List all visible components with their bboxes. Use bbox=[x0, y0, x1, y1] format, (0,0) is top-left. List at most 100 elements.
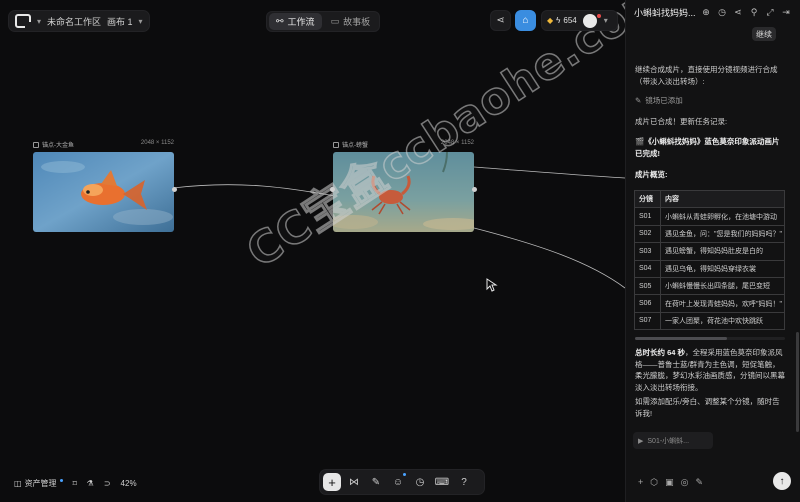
storyboard-icon: ▭ bbox=[330, 16, 340, 26]
completion-title: 🎬《小蝌蚪找妈妈》蓝色莫奈印象派动画片 已完成! bbox=[635, 137, 780, 158]
assets-label: 资产管理 bbox=[24, 479, 57, 488]
chevron-down-icon[interactable]: ▾ bbox=[604, 16, 608, 25]
tool-call-text: 镜场已添加 bbox=[645, 96, 683, 105]
nodes-icon: ⋈ bbox=[349, 476, 359, 488]
shot-content: 遇见金鱼，问："您是我们的妈妈吗？" bbox=[660, 224, 785, 244]
scrollbar-thumb[interactable] bbox=[635, 337, 727, 340]
shot-content: 小蝌蚪慢慢长出四条腿，尾巴变短 bbox=[660, 276, 785, 296]
column-header: 内容 bbox=[660, 189, 785, 209]
chevron-down-icon[interactable]: ▾ bbox=[37, 17, 41, 26]
video-icon: ▶ bbox=[638, 437, 644, 445]
followup-message: 如需添加配乐/旁白、调整某个分镜，随时告诉我! bbox=[635, 397, 780, 418]
tab-label: 故事板 bbox=[343, 17, 371, 27]
app-logo-icon bbox=[15, 14, 31, 28]
chat-input-toolbar: + ⬡ ▣ ◎ ✎ bbox=[633, 470, 793, 494]
avatar[interactable] bbox=[582, 13, 597, 28]
node-title: 锚点-大金鱼 bbox=[42, 143, 74, 149]
summary-bold: 总时长约 64 秒 bbox=[635, 348, 686, 357]
arrow-up-icon: ↑ bbox=[779, 475, 785, 487]
brush-button[interactable]: ✎ bbox=[367, 473, 385, 491]
brush-icon[interactable]: ✎ bbox=[696, 477, 704, 488]
node-header: 锚点-大金鱼 2048 × 1152 bbox=[33, 140, 174, 149]
shot-content: 遇见螃蟹，得知妈妈肚皮是白的 bbox=[660, 242, 785, 261]
canvas-name[interactable]: 画布 1 bbox=[107, 15, 133, 28]
image-icon[interactable]: ▣ bbox=[665, 477, 674, 488]
store-icon: ⌂ bbox=[522, 15, 529, 26]
shot-id: S05 bbox=[634, 276, 661, 296]
workflow-canvas[interactable]: 锚点-大金鱼 2048 × 1152 锚点-螃蟹 2048 × 1152 CC宝… bbox=[0, 0, 678, 502]
plus-icon[interactable]: + bbox=[638, 477, 643, 487]
summary-paragraph: 总时长约 64 秒，全程采用蓝色莫奈印象派风格——普鲁士蓝/群青为主色调，短促笔… bbox=[635, 347, 787, 393]
chat-vertical-scrollbar[interactable] bbox=[796, 332, 799, 432]
workspace-switcher[interactable]: ▾ 未命名工作区 画布 1 ▾ bbox=[8, 10, 150, 32]
table-row: S05 小蝌蚪慢慢长出四条腿，尾巴变短 bbox=[634, 276, 785, 296]
goldfish-image[interactable] bbox=[33, 152, 174, 232]
tool-call-line[interactable]: ✎ 镜场已添加 bbox=[635, 95, 787, 107]
attachment-chip[interactable]: ▶ S01-小蝌蚪... bbox=[633, 432, 713, 449]
table-row: S06 在荷叶上发现青蛙妈妈，欢呼"妈妈！" bbox=[634, 294, 785, 313]
shot-id: S07 bbox=[634, 311, 661, 331]
flask-icon[interactable]: ⚗ bbox=[87, 479, 94, 488]
globe-icon[interactable]: ◎ bbox=[681, 477, 689, 488]
view-tabs: ⚯ 工作流 ▭ 故事板 bbox=[266, 11, 381, 32]
table-row: S02 遇见金鱼，问："您是我们的妈妈吗？" bbox=[634, 224, 785, 244]
attachment-label: S01-小蝌蚪... bbox=[647, 437, 690, 445]
node-size: 2048 × 1152 bbox=[140, 140, 174, 146]
tab-workflow[interactable]: ⚯ 工作流 bbox=[269, 13, 322, 30]
image-node-goldfish[interactable]: 锚点-大金鱼 2048 × 1152 bbox=[33, 140, 177, 232]
add-node-button[interactable]: + bbox=[323, 473, 341, 491]
user-message-bubble: 继续 bbox=[752, 27, 776, 41]
store-button[interactable]: ⌂ bbox=[515, 10, 536, 31]
history-icon[interactable]: ◷ bbox=[716, 7, 728, 18]
table-header-row: 分镜 内容 bbox=[634, 189, 785, 209]
wire-crab-right-1 bbox=[473, 166, 625, 179]
panel-icon: ◫ bbox=[14, 479, 22, 488]
history-button[interactable]: ◷ bbox=[411, 473, 429, 491]
bookmark-icon[interactable]: ⌑ bbox=[73, 479, 77, 488]
collapse-icon[interactable]: ⇥ bbox=[780, 7, 792, 18]
badge-dot bbox=[403, 473, 406, 476]
credits-badge[interactable]: ◆ ϟ 654 ▾ bbox=[541, 10, 618, 31]
connect-button[interactable]: ⋈ bbox=[345, 473, 363, 491]
overview-heading: 成片概览: bbox=[635, 169, 787, 181]
link-icon[interactable]: ⚲ bbox=[748, 7, 760, 18]
zoom-level[interactable]: 42% bbox=[121, 479, 137, 488]
model-icon[interactable]: ⬡ bbox=[650, 477, 658, 488]
table-row: S03 遇见螃蟹，得知妈妈肚皮是白的 bbox=[634, 242, 785, 261]
edit-icon: ✎ bbox=[635, 96, 642, 105]
send-button[interactable]: ↑ bbox=[773, 472, 791, 490]
help-button[interactable]: ? bbox=[455, 473, 473, 491]
workspace-name[interactable]: 未命名工作区 bbox=[47, 15, 101, 28]
share-button[interactable]: ⋖ bbox=[490, 10, 511, 31]
tab-storyboard[interactable]: ▭ 故事板 bbox=[324, 13, 378, 30]
assets-manager-button[interactable]: ◫ 资产管理 bbox=[14, 478, 63, 489]
table-horizontal-scrollbar[interactable] bbox=[635, 337, 785, 340]
chevron-down-icon[interactable]: ▾ bbox=[139, 17, 143, 26]
workflow-icon: ⚯ bbox=[276, 16, 284, 26]
share-icon[interactable]: ⋖ bbox=[732, 7, 744, 18]
assistant-message: 成片已合成！更新任务记录: bbox=[635, 117, 728, 126]
magnet-icon[interactable]: ⊃ bbox=[104, 479, 111, 488]
clock-icon: ◷ bbox=[415, 476, 425, 488]
person-icon: ☺ bbox=[392, 476, 404, 488]
overview-label: 成片概览: bbox=[635, 170, 668, 179]
column-header: 分镜 bbox=[634, 189, 661, 209]
output-port[interactable] bbox=[472, 187, 477, 192]
plus-icon: + bbox=[328, 474, 336, 490]
chat-title: 小蝌蚪找妈妈... bbox=[634, 7, 696, 18]
credit-amount: 654 bbox=[563, 16, 577, 25]
storyboard-table: 分镜 内容 S01 小蝌蚪从青蛙卵孵化，在池塘中游动 S02 遇见金鱼，问："您是我… bbox=[634, 189, 785, 331]
shot-content: 小蝌蚪从青蛙卵孵化，在池塘中游动 bbox=[660, 207, 785, 226]
shot-id: S06 bbox=[634, 294, 661, 313]
image-icon bbox=[33, 141, 39, 148]
keyboard-icon: ⌨ bbox=[434, 476, 450, 488]
table-row: S01 小蝌蚪从青蛙卵孵化，在池塘中游动 bbox=[634, 207, 785, 226]
shot-id: S04 bbox=[634, 259, 661, 278]
bottom-left-bar: ◫ 资产管理 ⌑ ⚗ ⊃ 42% bbox=[14, 478, 137, 489]
expand-icon[interactable]: ⤢ bbox=[764, 7, 776, 18]
new-chat-icon[interactable]: ⊕ bbox=[700, 7, 712, 18]
keyboard-button[interactable]: ⌨ bbox=[433, 473, 451, 491]
character-button[interactable]: ☺ bbox=[389, 473, 407, 491]
output-port[interactable] bbox=[172, 187, 177, 192]
canvas-toolbar: + ⋈ ✎ ☺ ◷ ⌨ ? bbox=[319, 469, 485, 495]
